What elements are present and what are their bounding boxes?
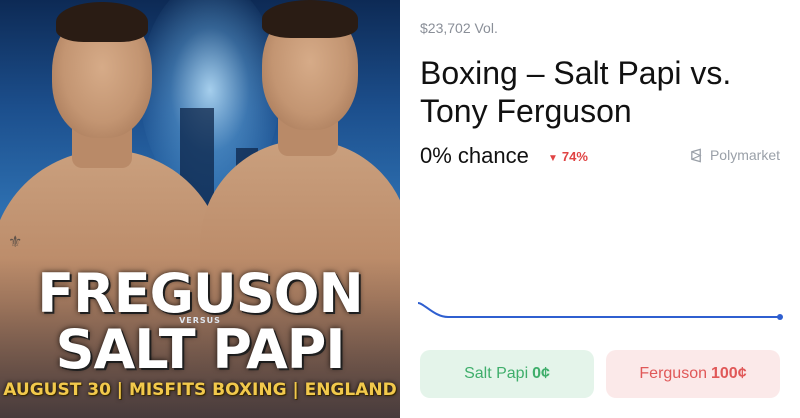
polymarket-logo-icon xyxy=(691,148,702,162)
brand-link[interactable]: Polymarket xyxy=(689,147,780,163)
tattoo-icon: ⚜ xyxy=(8,234,23,251)
poster-event-line: AUGUST 30 | MISFITS BOXING | ENGLAND xyxy=(3,380,397,400)
market-card[interactable]: $23,702 Vol. Boxing – Salt Papi vs. Tony… xyxy=(400,0,800,418)
outcome-price-yes: 0¢ xyxy=(532,365,550,382)
change-indicator: ▼ 74% xyxy=(548,149,588,164)
price-line xyxy=(417,302,780,318)
volume-label: $23,702 Vol. xyxy=(420,20,498,36)
triangle-down-icon: ▼ xyxy=(548,153,558,164)
price-endpoint xyxy=(777,314,783,320)
event-poster: ⚜ FREGUSON VERSUS SALT PAPI AUGUST 30 | … xyxy=(0,0,400,418)
price-chart xyxy=(417,302,783,320)
change-value: 74% xyxy=(561,149,588,164)
outcome-price-no: 100¢ xyxy=(711,365,747,382)
brand-name: Polymarket xyxy=(709,147,780,163)
buy-ferguson-button[interactable]: Ferguson 100¢ xyxy=(606,350,780,398)
chance-value: 0% chance xyxy=(420,143,529,168)
outcome-label-yes: Salt Papi xyxy=(464,365,529,382)
poster-fighter-name-2: SALT PAPI xyxy=(55,318,346,381)
outcome-label-no: Ferguson xyxy=(639,365,707,382)
market-title[interactable]: Boxing – Salt Papi vs. Tony Ferguson xyxy=(420,54,790,130)
buy-salt-papi-button[interactable]: Salt Papi 0¢ xyxy=(420,350,594,398)
